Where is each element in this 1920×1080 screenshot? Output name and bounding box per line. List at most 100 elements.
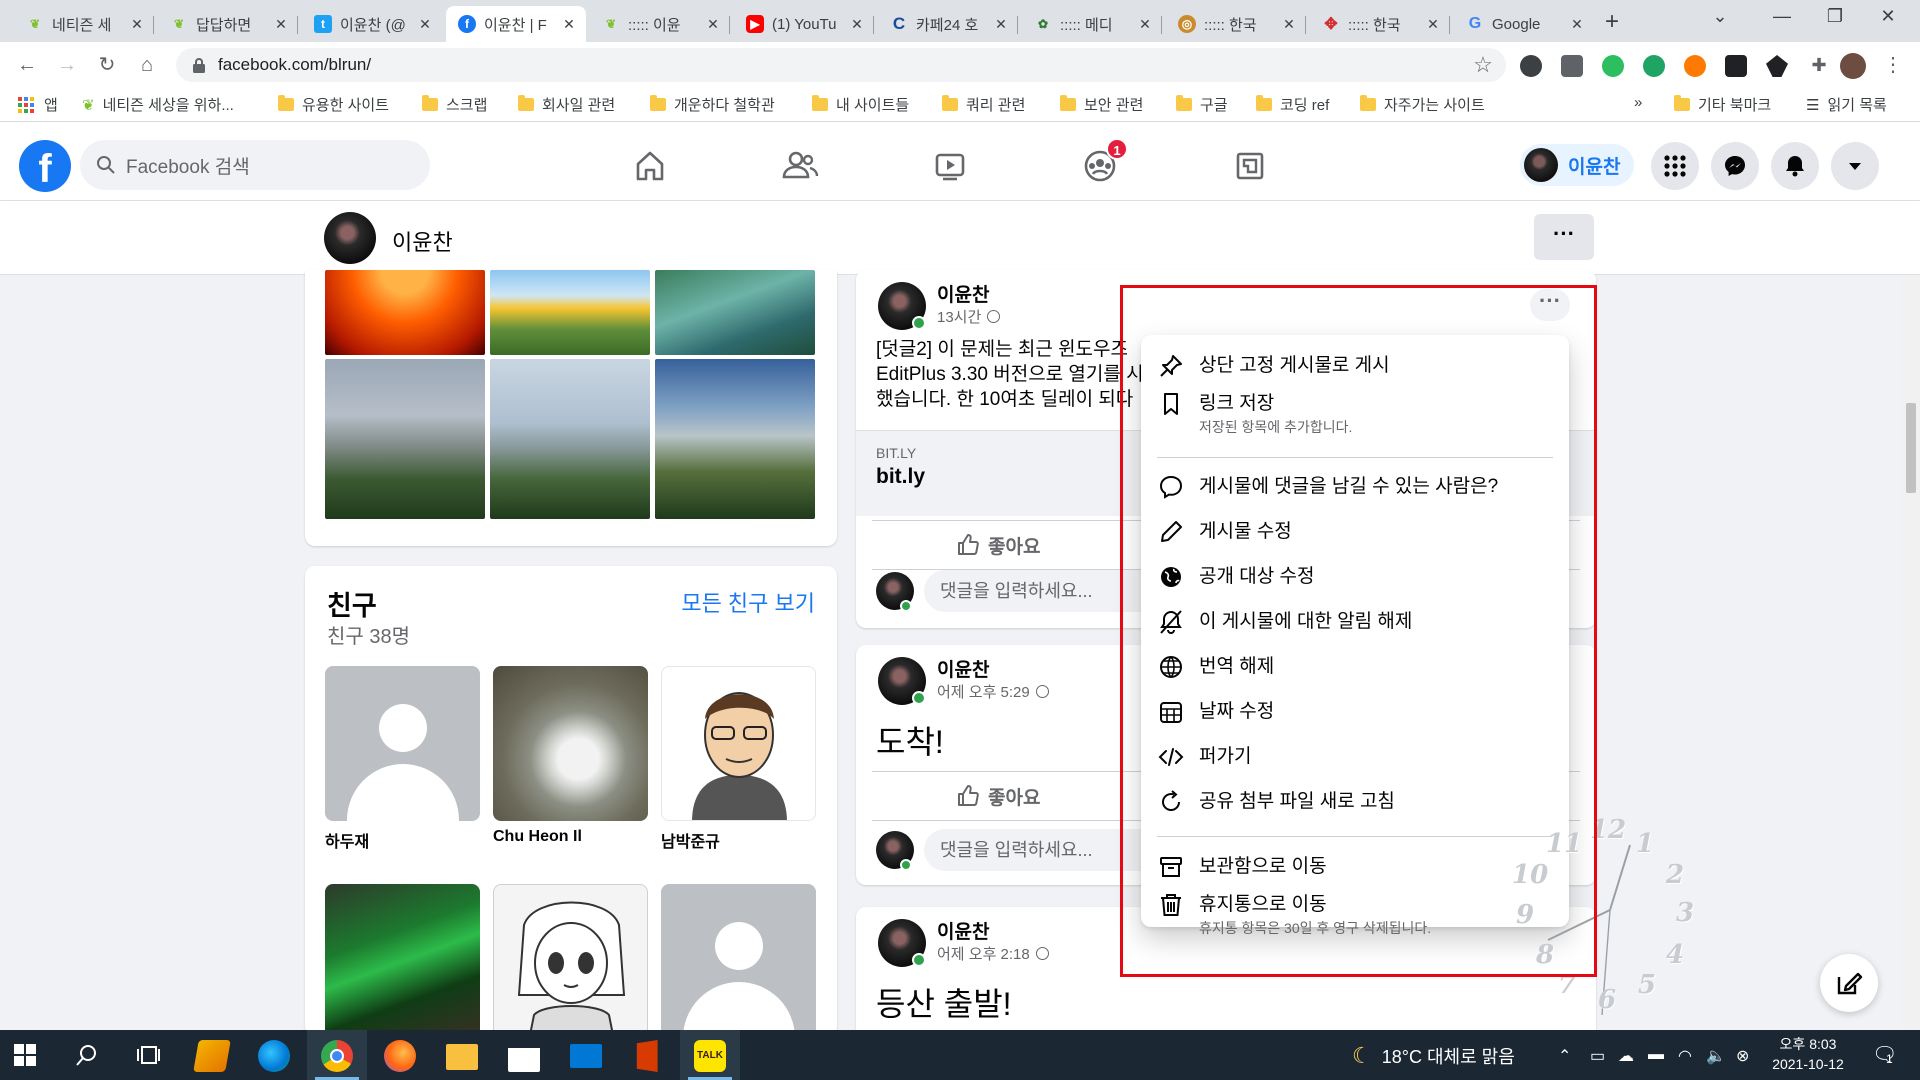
bookmark-folder[interactable]: 스크랩 <box>422 94 487 115</box>
other-bookmarks[interactable]: 기타 북마크 <box>1674 94 1771 115</box>
more-options-button[interactable]: ··· <box>1534 214 1594 260</box>
reading-list[interactable]: ☰ 읽기 목록 <box>1806 94 1887 115</box>
wifi-icon[interactable]: ◠ <box>1678 1046 1692 1066</box>
battery-icon[interactable]: ▬ <box>1648 1046 1664 1064</box>
home-button[interactable]: ⌂ <box>132 50 162 80</box>
browser-tab[interactable]: ✥ ::::: 한국 ✕ <box>1310 6 1450 42</box>
close-icon[interactable]: ✕ <box>560 16 578 33</box>
friend-name[interactable]: Chu Heon Il <box>493 828 582 846</box>
photo-thumbnail[interactable] <box>655 270 815 355</box>
task-view-icon[interactable] <box>136 1044 160 1066</box>
forward-button[interactable]: → <box>52 50 82 80</box>
file-explorer-icon[interactable] <box>446 1044 478 1070</box>
bookmark-folder[interactable]: 코딩 ref <box>1256 94 1329 115</box>
friend-photo[interactable] <box>661 666 816 821</box>
profile-shortcut[interactable]: 이윤찬 <box>1520 144 1635 186</box>
bookmark-folder[interactable]: 자주가는 사이트 <box>1360 94 1485 115</box>
new-message-button[interactable] <box>1820 954 1878 1012</box>
extension-icon[interactable] <box>1766 55 1788 77</box>
facebook-logo[interactable]: f <box>19 140 71 192</box>
bookmark-folder[interactable]: 개운하다 철학관 <box>650 94 775 115</box>
reload-button[interactable]: ↻ <box>92 50 122 80</box>
store-icon[interactable] <box>508 1048 540 1072</box>
new-tab-button[interactable]: + <box>1598 8 1626 36</box>
messenger-button[interactable] <box>1711 142 1759 190</box>
menu-dots-icon[interactable]: ⋮ <box>1878 50 1908 80</box>
bookmark-item[interactable]: ❦ 네티즌 세상을 위하... <box>82 94 234 115</box>
close-icon[interactable]: ✕ <box>416 16 434 33</box>
friend-photo[interactable] <box>325 666 480 821</box>
close-icon[interactable]: ✕ <box>992 16 1010 33</box>
browser-tab[interactable]: C 카페24 호 ✕ <box>878 6 1018 42</box>
bookmark-folder[interactable]: 회사일 관련 <box>518 94 615 115</box>
bookmark-folder[interactable]: 쿼리 관련 <box>942 94 1025 115</box>
volume-icon[interactable]: 🔈 <box>1706 1046 1726 1066</box>
photo-thumbnail[interactable] <box>490 359 650 519</box>
restore-button[interactable]: ❐ <box>1815 6 1855 27</box>
url-bar[interactable]: facebook.com/blrun/ <box>176 48 1506 82</box>
friend-photo[interactable] <box>325 884 480 1036</box>
friend-photo[interactable] <box>493 666 648 821</box>
browser-tab[interactable]: ❦ 네티즌 세 ✕ <box>14 6 154 42</box>
search-input[interactable]: Facebook 검색 <box>80 140 430 190</box>
bookmark-folder[interactable]: 내 사이트들 <box>812 94 909 115</box>
chrome-icon[interactable] <box>321 1040 353 1072</box>
browser-tab[interactable]: ▶ (1) YouTu ✕ <box>734 6 874 42</box>
lock-icon[interactable] <box>192 57 206 73</box>
close-icon[interactable]: ✕ <box>848 16 866 33</box>
browser-tab[interactable]: ❦ 답답하면 ✕ <box>158 6 298 42</box>
weather-widget[interactable]: ☾ 18°C 대체로 맑음 <box>1352 1043 1515 1069</box>
tab-search-icon[interactable]: ⌄ <box>1700 6 1740 27</box>
page-scrollbar[interactable] <box>1902 275 1920 1030</box>
close-icon[interactable]: ✕ <box>1568 16 1586 33</box>
menu-button[interactable] <box>1651 142 1699 190</box>
browser-tab[interactable]: ❦ ::::: 이윤 ✕ <box>590 6 730 42</box>
post-time[interactable]: 어제 오후 2:18 <box>937 943 1049 964</box>
bookmarks-overflow-button[interactable]: » <box>1634 94 1642 111</box>
account-button[interactable] <box>1831 142 1879 190</box>
photo-thumbnail[interactable] <box>655 359 815 519</box>
gaming-icon[interactable] <box>1226 142 1274 190</box>
browser-tab-active[interactable]: f 이윤찬 | F ✕ <box>446 6 586 42</box>
kakaotalk-icon[interactable]: TALK <box>694 1040 726 1072</box>
extension-icon[interactable] <box>1643 55 1665 77</box>
extension-icon[interactable] <box>1561 55 1583 77</box>
device-icon[interactable]: ▭ <box>1590 1046 1605 1066</box>
app-icon[interactable] <box>193 1040 231 1072</box>
friend-photo[interactable] <box>661 884 816 1036</box>
browser-tab[interactable]: ◎ ::::: 한국 ✕ <box>1166 6 1306 42</box>
home-icon[interactable] <box>626 142 674 190</box>
no-network-icon[interactable]: ⊗ <box>1736 1046 1749 1066</box>
browser-tab[interactable]: ✿ ::::: 메디 ✕ <box>1022 6 1162 42</box>
minimize-button[interactable]: — <box>1762 6 1802 27</box>
photo-thumbnail[interactable] <box>490 270 650 355</box>
friends-icon[interactable] <box>776 142 824 190</box>
post-author[interactable]: 이윤찬 <box>937 280 989 307</box>
friend-photo[interactable] <box>493 884 648 1036</box>
avatar[interactable] <box>1840 53 1866 79</box>
close-icon[interactable]: ✕ <box>128 16 146 33</box>
puzzle-icon[interactable]: ✚ <box>1804 50 1834 80</box>
extension-icon[interactable] <box>1684 55 1706 77</box>
watch-icon[interactable] <box>926 142 974 190</box>
close-window-button[interactable]: ✕ <box>1868 6 1908 27</box>
mail-icon[interactable] <box>570 1044 602 1068</box>
browser-tab[interactable]: t 이윤찬 (@ ✕ <box>302 6 442 42</box>
back-button[interactable]: ← <box>12 50 42 80</box>
extension-icon[interactable] <box>1725 55 1747 77</box>
photo-thumbnail[interactable] <box>325 359 485 519</box>
friend-name[interactable]: 하두재 <box>325 828 369 852</box>
firefox-icon[interactable] <box>384 1040 416 1072</box>
chevron-up-icon[interactable]: ⌃ <box>1558 1046 1571 1066</box>
taskbar-clock[interactable]: 오후 8:03 2021-10-12 <box>1760 1034 1856 1074</box>
edge-icon[interactable] <box>258 1040 290 1072</box>
post-author[interactable]: 이윤찬 <box>937 655 989 682</box>
close-icon[interactable]: ✕ <box>1424 16 1442 33</box>
bookmark-folder[interactable]: 유용한 사이트 <box>278 94 389 115</box>
notifications-button[interactable] <box>1771 142 1819 190</box>
see-all-friends-link[interactable]: 모든 친구 보기 <box>681 586 815 618</box>
onedrive-icon[interactable]: ☁ <box>1618 1046 1634 1066</box>
office-icon[interactable] <box>636 1040 658 1072</box>
post-time[interactable]: 어제 오후 5:29 <box>937 681 1049 702</box>
post-author[interactable]: 이윤찬 <box>937 917 989 944</box>
